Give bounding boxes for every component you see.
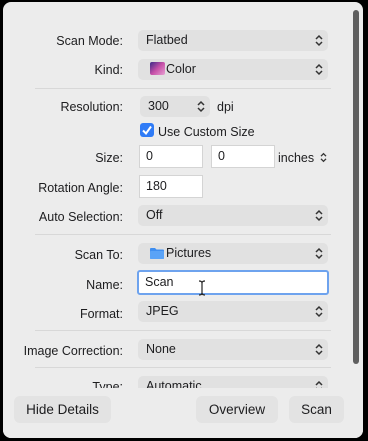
chevron-up-down-icon xyxy=(320,152,327,163)
divider xyxy=(35,367,331,368)
kind-value: Color xyxy=(166,62,196,76)
scan-to-value: Pictures xyxy=(166,246,212,260)
rotation-field[interactable]: 180 xyxy=(139,175,203,198)
auto-selection-label: Auto Selection: xyxy=(38,210,123,224)
auto-selection-value: Off xyxy=(146,208,163,222)
size-unit-value: inches xyxy=(278,151,315,165)
scan-mode-label: Scan Mode: xyxy=(56,34,123,48)
chevron-up-down-icon xyxy=(315,63,323,76)
checkmark-icon xyxy=(142,125,152,136)
format-value: JPEG xyxy=(146,304,179,318)
image-correction-value: None xyxy=(146,342,176,356)
kind-label: Kind: xyxy=(94,63,124,77)
resolution-label: Resolution: xyxy=(60,100,123,114)
auto-selection-popup[interactable]: Off xyxy=(138,205,328,226)
name-field[interactable]: Scan xyxy=(137,270,329,295)
size-label: Size: xyxy=(95,151,123,165)
kind-popup[interactable]: Color xyxy=(138,59,328,80)
rotation-label: Rotation Angle: xyxy=(38,181,123,195)
scan-to-label: Scan To: xyxy=(74,248,123,262)
format-label: Format: xyxy=(79,307,123,321)
chevron-up-down-icon xyxy=(315,34,323,47)
image-correction-popup[interactable]: None xyxy=(138,339,328,360)
scanner-panel: Scan Mode: Flatbed Kind: Color Resolutio… xyxy=(3,2,363,438)
folder-icon xyxy=(150,248,164,259)
size-width-field[interactable]: 0 xyxy=(139,145,203,168)
color-swatch-icon xyxy=(150,62,165,75)
chevron-up-down-icon xyxy=(197,100,205,113)
resolution-unit: dpi xyxy=(217,100,234,114)
custom-size-label: Use Custom Size xyxy=(158,125,255,139)
overview-button[interactable]: Overview xyxy=(196,396,278,423)
divider xyxy=(35,330,331,331)
resolution-popup[interactable]: 300 xyxy=(140,96,210,117)
size-unit-popup[interactable]: inches xyxy=(278,151,327,165)
size-height-field[interactable]: 0 xyxy=(211,145,275,168)
chevron-up-down-icon xyxy=(315,209,323,222)
scrollbar[interactable] xyxy=(353,10,359,364)
scan-mode-value: Flatbed xyxy=(146,33,188,47)
custom-size-checkbox[interactable] xyxy=(140,123,154,137)
scan-to-popup[interactable]: Pictures xyxy=(138,243,328,264)
scan-mode-popup[interactable]: Flatbed xyxy=(138,30,328,51)
chevron-up-down-icon xyxy=(315,343,323,356)
divider xyxy=(35,234,331,235)
chevron-up-down-icon xyxy=(315,247,323,260)
hide-details-button[interactable]: Hide Details xyxy=(14,396,111,423)
chevron-up-down-icon xyxy=(315,305,323,318)
resolution-value: 300 xyxy=(148,99,169,113)
name-label: Name: xyxy=(86,278,123,292)
text-cursor-icon xyxy=(198,280,206,296)
divider xyxy=(35,88,331,89)
image-correction-label: Image Correction: xyxy=(23,344,123,358)
scan-button[interactable]: Scan xyxy=(289,396,344,423)
format-popup[interactable]: JPEG xyxy=(138,301,328,322)
